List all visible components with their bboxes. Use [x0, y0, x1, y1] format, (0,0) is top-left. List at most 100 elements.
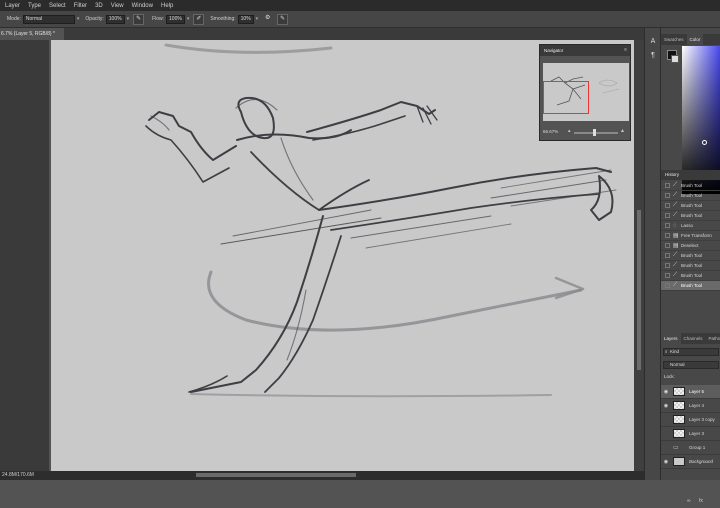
tab-layers[interactable]: Layers [661, 333, 681, 344]
zoom-out-icon[interactable]: ▴ [568, 128, 571, 134]
tab-swatches[interactable]: Swatches [661, 34, 687, 45]
history-item-label: Deselect [681, 243, 699, 248]
pen-pressure-icon[interactable]: ✎ [133, 13, 145, 25]
checkbox[interactable] [665, 263, 670, 268]
navigator-zoom[interactable]: 66.67% [543, 129, 558, 134]
background-color-swatch[interactable] [671, 55, 679, 63]
checkbox[interactable] [665, 213, 670, 218]
lock-label: Lock: [664, 374, 675, 379]
fx-button[interactable]: fx [699, 498, 703, 504]
checkbox[interactable] [665, 183, 670, 188]
layer-row-selected[interactable]: ◉ Layer 5 [661, 385, 720, 399]
layer-name: Layer 5 [689, 389, 705, 394]
link-icon[interactable]: ∞ [687, 498, 691, 504]
navigator-title: Navigator [544, 48, 564, 53]
checkbox[interactable] [665, 233, 670, 238]
navigator-view-box[interactable] [543, 81, 589, 114]
layer-name: Layer 3 copy [689, 417, 715, 422]
chevron-down-icon: ▾ [76, 16, 80, 22]
horizontal-scrollbar-thumb[interactable] [196, 473, 356, 477]
chevron-down-icon: ▾ [186, 16, 190, 22]
history-item[interactable]: ⟋ Brush Tool [661, 261, 720, 271]
menu-select[interactable]: Select [49, 3, 66, 9]
menu-layer[interactable]: Layer [5, 3, 20, 9]
history-item[interactable]: ◌ Lasso [661, 221, 720, 231]
layer-thumbnail [673, 415, 685, 424]
document-icon: ▤ [673, 233, 679, 239]
butterfly-icon[interactable]: ✎ [277, 13, 289, 25]
flow-input[interactable]: 100% [166, 14, 185, 24]
history-item[interactable]: ⟋ Brush Tool [661, 211, 720, 221]
layer-row[interactable]: ▭ Group 1 [661, 441, 720, 455]
navigator-zoom-slider[interactable] [574, 132, 618, 134]
doc-size-text: 24.8M/170.6M [2, 472, 34, 478]
zoom-in-icon[interactable]: ▲ [620, 128, 625, 134]
checkbox[interactable] [665, 193, 670, 198]
brush-icon: ⟋ [673, 262, 678, 268]
eye-icon[interactable]: ◉ [661, 403, 671, 409]
layer-row[interactable]: Layer 3 copy [661, 413, 720, 427]
history-item[interactable]: ▤ Deselect [661, 241, 720, 251]
history-item-selected[interactable]: ⟋ Brush Tool [661, 281, 720, 291]
layer-blend-mode[interactable]: Normal [663, 361, 719, 369]
layers-list: ◉ Layer 5 ◉ Layer 4 Layer 3 copy Layer 3 ▭… [661, 385, 720, 469]
color-picker-marker[interactable] [702, 140, 707, 145]
panel-menu-icon[interactable]: ≡ [624, 45, 627, 56]
layer-thumbnail [673, 387, 685, 396]
history-item[interactable]: ⟋ Brush Tool [661, 271, 720, 281]
layer-name: Layer 4 [689, 403, 705, 408]
document-tab[interactable]: 6.7% (Layer 5, RGB/8) * [0, 28, 64, 40]
gear-icon[interactable]: ⚙ [262, 14, 273, 25]
layers-footer: ∞ fx [661, 496, 720, 508]
chevron-down-icon: ▾ [126, 16, 130, 22]
navigator-zoom-knob[interactable] [593, 129, 596, 136]
layer-kind-filter[interactable]: ⌕ Kind [663, 348, 719, 356]
history-header: History [661, 170, 720, 180]
scrollbar-thumb[interactable] [637, 210, 641, 370]
history-item[interactable]: ⟋ Brush Tool [661, 251, 720, 261]
history-item[interactable]: ▤ Free Transform [661, 231, 720, 241]
layer-thumbnail [673, 457, 685, 466]
checkbox[interactable] [665, 273, 670, 278]
panel-icon-column: A ¶ [644, 28, 660, 480]
history-item[interactable]: ⟋ Brush Tool [661, 201, 720, 211]
layer-row[interactable]: ◉ Layer 4 [661, 399, 720, 413]
layer-name: Background [689, 459, 714, 464]
history-item[interactable]: ⟋ Brush Tool [661, 181, 720, 191]
character-icon[interactable]: A [648, 38, 658, 48]
checkbox[interactable] [665, 203, 670, 208]
checkbox[interactable] [665, 223, 670, 228]
history-list: ⟋ Brush Tool ⟋ Brush Tool ⟋ Brush Tool ⟋ Bru… [661, 181, 720, 291]
history-item-label: Brush Tool [681, 253, 703, 258]
document-icon: ▤ [673, 243, 679, 249]
folder-icon: ▭ [673, 445, 679, 451]
menu-3d[interactable]: 3D [95, 3, 103, 9]
tab-color[interactable]: Color [686, 34, 704, 45]
checkbox[interactable] [665, 253, 670, 258]
smoothing-input[interactable]: 10% [237, 14, 254, 24]
menu-window[interactable]: Window [132, 3, 153, 9]
checkbox[interactable] [665, 283, 670, 288]
vertical-scrollbar[interactable] [634, 40, 644, 471]
kind-filter-label: Kind [670, 349, 680, 354]
paragraph-icon[interactable]: ¶ [648, 52, 658, 62]
history-item-label: Brush Tool [681, 283, 703, 288]
airbrush-icon[interactable]: ✐ [193, 13, 205, 25]
layer-row-background[interactable]: ◉ Background [661, 455, 720, 469]
menu-help[interactable]: Help [161, 3, 173, 9]
tab-channels[interactable]: Channels [681, 333, 706, 344]
checkbox[interactable] [665, 243, 670, 248]
eye-icon[interactable]: ◉ [661, 459, 671, 465]
menu-view[interactable]: View [111, 3, 124, 9]
tab-paths[interactable]: Paths [706, 333, 720, 344]
eye-icon[interactable]: ◉ [661, 389, 671, 395]
mode-select[interactable]: Normal [22, 14, 75, 24]
menu-type[interactable]: Type [28, 3, 41, 9]
history-item[interactable]: ⟋ Brush Tool [661, 191, 720, 201]
opacity-input[interactable]: 100% [105, 14, 125, 24]
history-item-label: Lasso [681, 223, 694, 228]
menu-filter[interactable]: Filter [74, 3, 87, 9]
document-tab-bar [0, 28, 644, 40]
layer-thumbnail [673, 401, 685, 410]
layer-row[interactable]: Layer 3 [661, 427, 720, 441]
